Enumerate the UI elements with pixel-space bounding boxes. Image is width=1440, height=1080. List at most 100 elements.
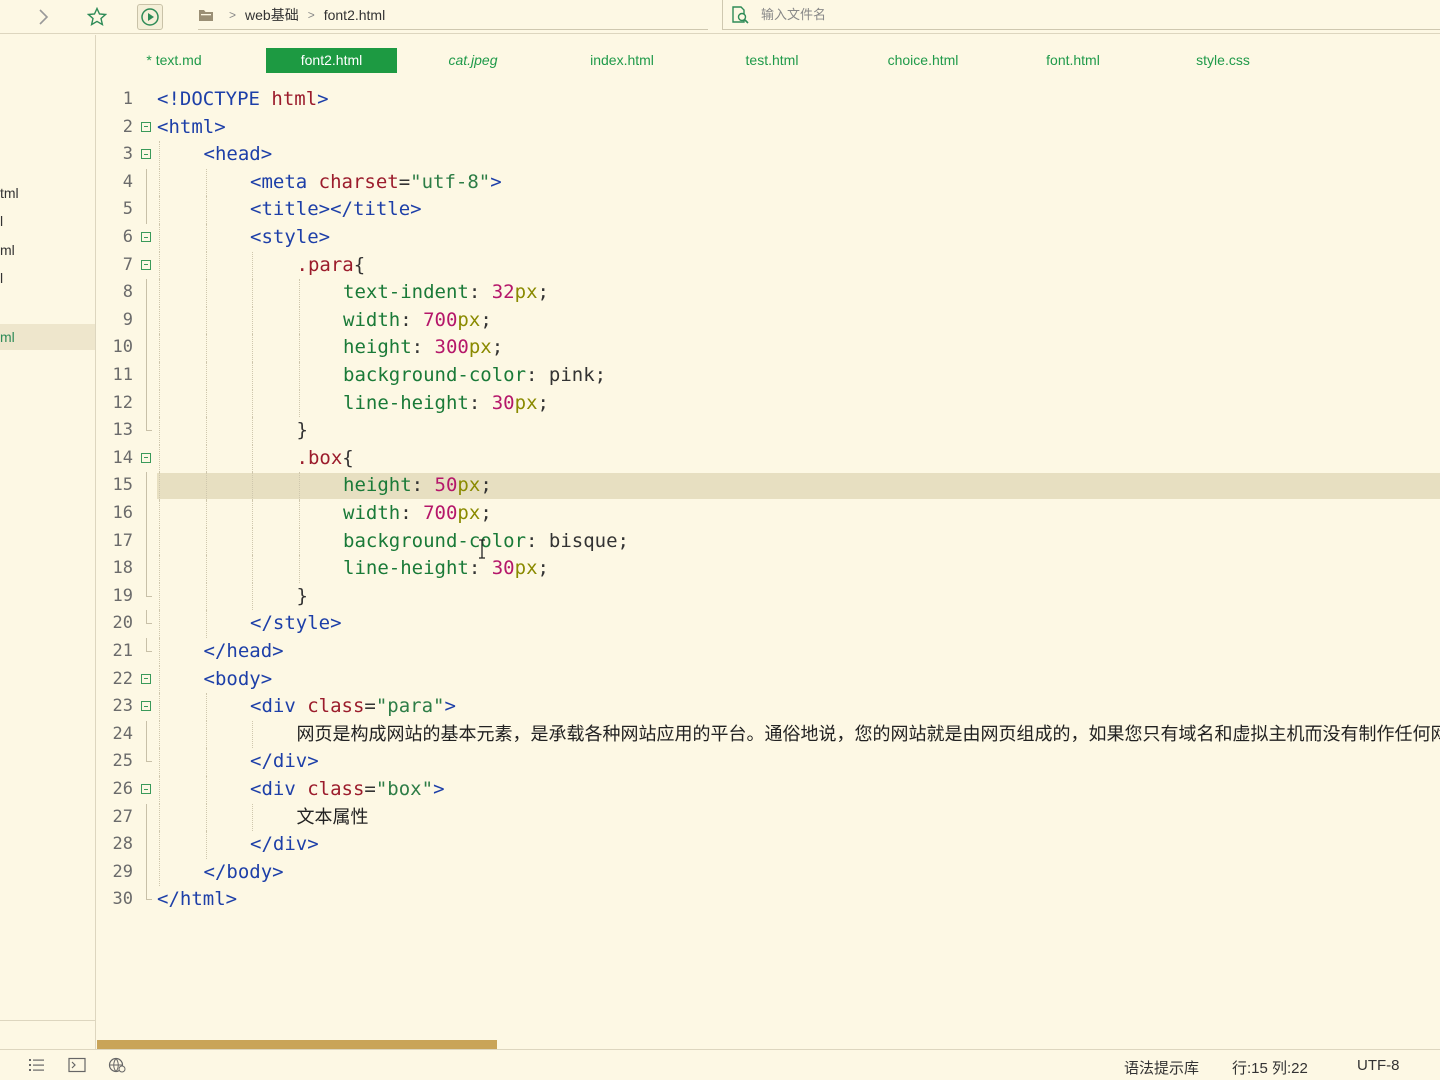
code-token-num: 30	[491, 557, 515, 580]
tab-cat-jpeg[interactable]: cat.jpeg	[427, 48, 519, 73]
sidebar-file-item[interactable]: l	[0, 265, 95, 291]
fold-collapse-icon[interactable]	[141, 114, 153, 142]
code-token-attr: html	[271, 88, 318, 110]
code-token-plain: :	[411, 474, 435, 497]
tab-text-md[interactable]: * text.md	[129, 48, 219, 73]
code-text: </html>	[157, 886, 237, 914]
sidebar-file-item[interactable]: ml	[0, 237, 95, 263]
browser-preview-icon[interactable]	[108, 1057, 126, 1073]
code-line[interactable]: 9 width: 700px;	[97, 306, 1440, 335]
syntax-library-button[interactable]: 语法提示库	[1124, 1057, 1199, 1078]
code-line[interactable]: 27 文本属性	[97, 803, 1440, 832]
breadcrumb-file[interactable]: font2.html	[324, 7, 385, 23]
indent-guide	[159, 196, 160, 224]
run-button[interactable]	[137, 4, 163, 30]
code-line[interactable]: 10 height: 300px;	[97, 334, 1440, 362]
tab-choice-html[interactable]: choice.html	[872, 48, 974, 73]
code-line[interactable]: 15 height: 50px;	[97, 472, 1440, 500]
cursor-position: 行:15 列:22	[1232, 1060, 1308, 1077]
code-token-unit: px	[457, 474, 481, 497]
code-token-plain: ;	[537, 391, 549, 414]
indent-guide	[159, 638, 160, 666]
sidebar-divider	[0, 1020, 95, 1021]
code-token-prop: background-color	[343, 529, 527, 552]
encoding-indicator[interactable]: UTF-8	[1357, 1057, 1400, 1074]
tab-test-html[interactable]: test.html	[727, 48, 817, 73]
tab-font-html[interactable]: font.html	[1027, 48, 1119, 73]
code-line[interactable]: 8 text-indent: 32px;	[97, 279, 1440, 307]
line-number: 8	[122, 282, 133, 303]
code-line[interactable]: 6 <style>	[97, 224, 1440, 252]
list-icon[interactable]	[28, 1057, 46, 1073]
code-token-prop: height	[343, 474, 412, 497]
fold-collapse-icon[interactable]	[141, 252, 153, 280]
fold-collapse-icon[interactable]	[141, 445, 153, 473]
indent-guide	[205, 168, 207, 197]
code-line[interactable]: 20 </style>	[97, 610, 1440, 638]
indent-guide	[205, 748, 207, 776]
tab-font2-html[interactable]: font2.html	[266, 48, 397, 73]
code-line[interactable]: 5 <title></title>	[97, 196, 1440, 224]
fold-end-marker	[141, 638, 153, 666]
code-line[interactable]: 14 .box{	[97, 444, 1440, 473]
code-line[interactable]: 16 width: 700px;	[97, 500, 1440, 528]
code-line[interactable]: 28 </div>	[97, 831, 1440, 859]
code-line[interactable]: 21 </head>	[97, 638, 1440, 666]
indent-guide	[252, 555, 253, 583]
line-number: 27	[112, 806, 133, 827]
code-line[interactable]: 26 <div class="box">	[97, 776, 1440, 804]
code-text: </head>	[204, 638, 284, 666]
tab-style-css[interactable]: style.css	[1177, 48, 1269, 73]
fold-collapse-icon[interactable]	[141, 224, 153, 252]
code-line[interactable]: 29 </body>	[97, 858, 1440, 887]
fold-collapse-icon[interactable]	[141, 693, 153, 721]
line-number: 19	[112, 585, 133, 606]
code-line[interactable]: 1 <!DOCTYPE html>	[97, 86, 1440, 114]
code-text: width: 700px;	[343, 307, 492, 335]
indent-guide	[205, 720, 207, 749]
code-line[interactable]: 3 <head>	[97, 141, 1440, 169]
fold-collapse-icon[interactable]	[141, 776, 153, 804]
file-search-input[interactable]	[761, 7, 1161, 22]
code-line[interactable]: 25 </div>	[97, 748, 1440, 776]
code-token-prop: background-color	[343, 364, 527, 386]
indent-guide	[205, 362, 207, 390]
star-icon[interactable]	[84, 4, 110, 30]
code-token-unit: px	[457, 502, 481, 524]
fold-collapse-icon[interactable]	[141, 141, 153, 169]
fold-collapse-icon[interactable]	[141, 666, 153, 694]
sidebar-file-item[interactable]: l	[0, 208, 95, 234]
tab-index-html[interactable]: index.html	[572, 48, 672, 73]
line-number: 23	[112, 696, 133, 717]
indent-guide	[205, 334, 207, 362]
code-line[interactable]: 13}	[97, 417, 1440, 445]
code-line[interactable]: 18 line-height: 30px;	[97, 555, 1440, 583]
breadcrumb-folder[interactable]: web基础	[245, 5, 299, 25]
code-line[interactable]: 2 <html>	[97, 114, 1440, 142]
chevron-right-icon[interactable]	[30, 4, 56, 30]
code-editor[interactable]: 1 <!DOCTYPE html> 2 <html> 3 <head> 4 <meta cha…	[97, 86, 1440, 1036]
terminal-icon[interactable]	[68, 1057, 86, 1073]
indent-guide	[205, 527, 207, 556]
code-line[interactable]: 4 <meta charset="utf-8">	[97, 168, 1440, 197]
code-token-unit: px	[514, 391, 538, 414]
text-cursor-icon	[478, 539, 486, 559]
breadcrumb-separator: >	[307, 7, 315, 22]
code-token-tag: <div	[250, 695, 308, 718]
code-line[interactable]: 17 background-color: bisque;	[97, 527, 1440, 556]
indent-guide	[159, 444, 160, 473]
sidebar-file-item-active[interactable]: ml	[0, 324, 95, 350]
code-line[interactable]: 7 .para{	[97, 251, 1440, 280]
code-line[interactable]: 11 background-color: pink;	[97, 362, 1440, 390]
horizontal-scrollbar[interactable]	[97, 1040, 497, 1049]
sidebar-file-item[interactable]: tml	[0, 180, 95, 206]
code-line[interactable]: 23 <div class="para">	[97, 693, 1440, 721]
code-line[interactable]: 12 line-height: 30px;	[97, 389, 1440, 418]
code-text: height: 50px;	[343, 472, 492, 500]
code-line[interactable]: 22 <body>	[97, 665, 1440, 694]
code-line[interactable]: 19}	[97, 582, 1440, 611]
indent-guide	[298, 472, 300, 500]
code-token-tag: <!DOCTYPE	[157, 88, 272, 110]
code-line[interactable]: 30 </html>	[97, 886, 1440, 914]
code-line[interactable]: 24 网页是构成网站的基本元素，是承载各种网站应用的平台。通俗地说，您的网站就是由…	[97, 720, 1440, 749]
